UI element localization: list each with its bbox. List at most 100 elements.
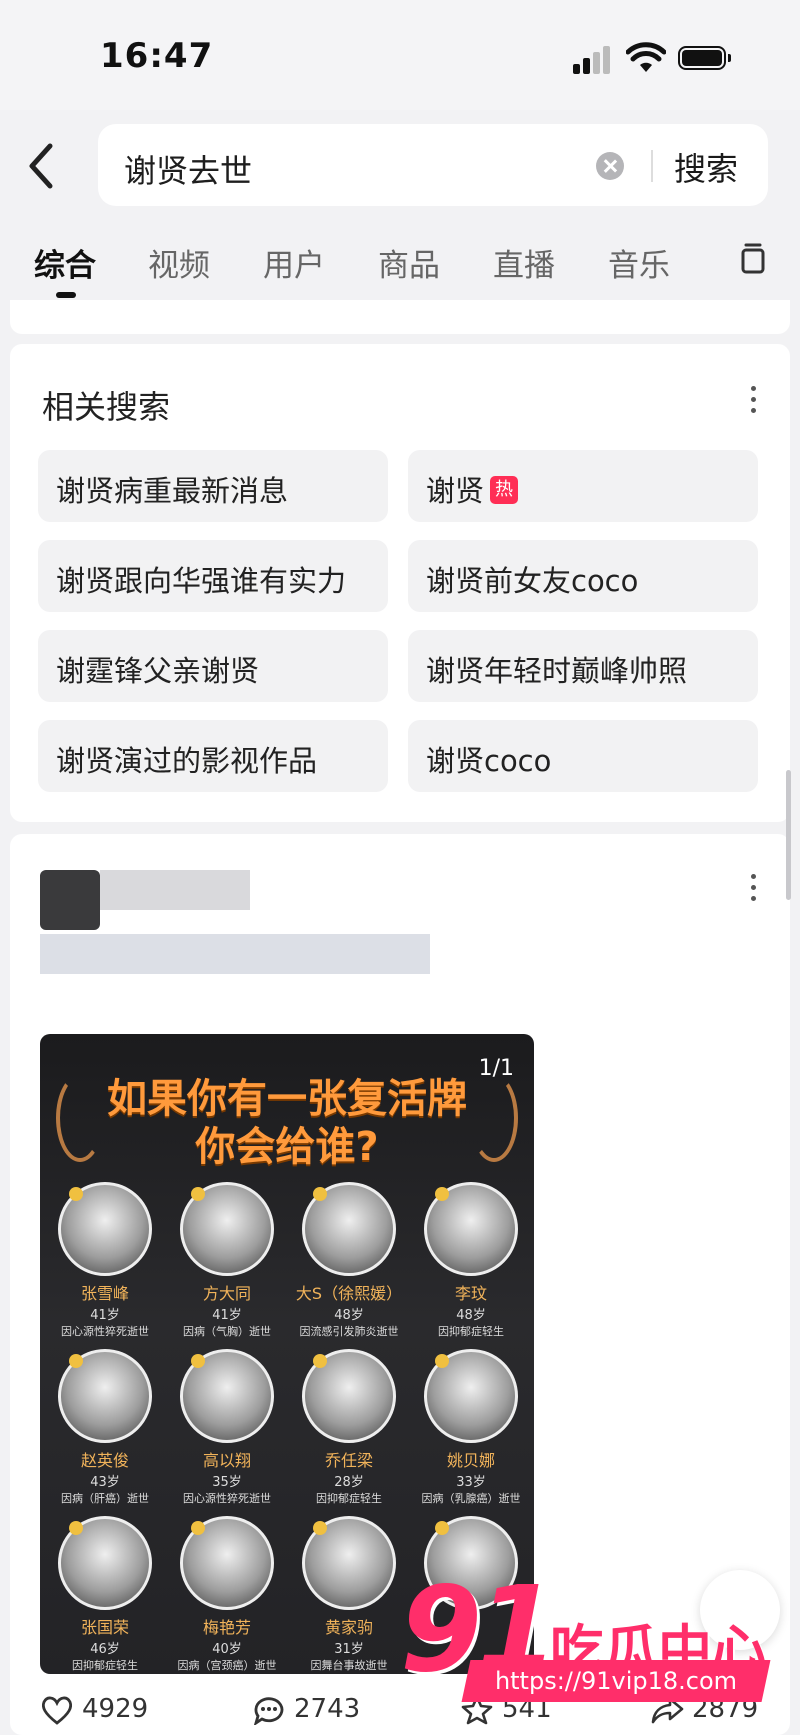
person-card: 梅艳芳 40岁 因病（宫颈癌）逝世 (172, 1516, 282, 1673)
person-age: 43岁 (90, 1475, 120, 1490)
tab-products[interactable]: 商品 (378, 240, 440, 285)
comment-count: 2743 (294, 1694, 361, 1724)
person-name: 张雪峰 (80, 1284, 129, 1303)
person-name: 赵英俊 (80, 1451, 129, 1470)
person-card: 姚贝娜 33岁 因病（乳腺癌）逝世 (416, 1349, 526, 1506)
tab-users[interactable]: 用户 (263, 240, 325, 285)
person-name: 方大同 (202, 1284, 251, 1303)
person-name: 张国荣 (80, 1618, 129, 1637)
chip-label: 谢霆锋父亲谢贤 (56, 654, 260, 688)
caption-blurred (40, 934, 430, 974)
person-photo (58, 1516, 152, 1610)
avatar[interactable] (40, 870, 100, 930)
person-age: 31岁 (334, 1642, 364, 1657)
battery-icon (678, 46, 731, 70)
related-search-chip[interactable]: 谢贤年轻时巅峰帅照 (408, 630, 758, 702)
person-name: 乔任梁 (324, 1451, 373, 1470)
hot-badge: 热 (490, 476, 519, 504)
watermark-url: https://91vip18.com (494, 1667, 738, 1695)
chip-label: 谢贤前女友coco (426, 564, 639, 598)
chip-label: 谢贤年轻时巅峰帅照 (426, 654, 688, 688)
person-cause: 因流感引发肺炎逝世 (299, 1325, 399, 1338)
search-input[interactable]: 谢贤去世 (124, 146, 252, 192)
person-card: 黄家驹 31岁 因舞台事故逝世 (294, 1516, 404, 1673)
person-age: 35岁 (212, 1475, 242, 1490)
person-name: 李玟 (454, 1284, 487, 1303)
scrollbar[interactable] (786, 770, 791, 900)
person-card: 张国荣 46岁 因抑郁症轻生 (50, 1516, 160, 1673)
watermark: 91 吃瓜中心 https://91vip18.com (400, 1560, 780, 1710)
person-name: 姚贝娜 (446, 1451, 495, 1470)
related-search-chip[interactable]: 谢贤病重最新消息 (38, 450, 388, 522)
chip-label: 谢贤演过的影视作品 (56, 744, 318, 778)
person-card: 方大同 41岁 因病（气胸）逝世 (172, 1182, 282, 1339)
like-button[interactable]: 4929 (40, 1694, 148, 1725)
person-card: 乔任梁 28岁 因抑郁症轻生 (294, 1349, 404, 1506)
heart-icon (41, 1696, 73, 1725)
person-age: 33岁 (456, 1475, 486, 1490)
related-search-chip[interactable]: 谢贤跟向华强谁有实力 (38, 540, 388, 612)
status-bar: 16:47 (0, 0, 800, 110)
more-options-icon[interactable] (750, 386, 756, 416)
chip-label: 谢贤coco (426, 744, 552, 778)
username-blurred[interactable] (100, 870, 250, 910)
person-cause: 因病（肝癌）逝世 (61, 1492, 149, 1505)
filter-menu-icon[interactable] (740, 242, 766, 276)
active-tab-indicator (56, 292, 76, 298)
wifi-icon (626, 42, 666, 72)
person-photo (180, 1182, 274, 1276)
person-age: 48岁 (334, 1308, 364, 1323)
person-card: 大S（徐熙媛） 48岁 因流感引发肺炎逝世 (294, 1182, 404, 1339)
watermark-url-banner: https://91vip18.com (461, 1660, 771, 1702)
person-age: 28岁 (334, 1475, 364, 1490)
tab-comprehensive[interactable]: 综合 (34, 240, 96, 285)
person-cause: 因心源性猝死逝世 (183, 1492, 271, 1505)
post-more-options-icon[interactable] (750, 874, 756, 904)
person-cause: 因抑郁症轻生 (438, 1325, 504, 1338)
person-name: 黄家驹 (324, 1618, 373, 1637)
person-cause: 因病（气胸）逝世 (183, 1325, 271, 1338)
person-card: 李玟 48岁 因抑郁症轻生 (416, 1182, 526, 1339)
search-button[interactable]: 搜索 (674, 144, 738, 190)
person-name: 高以翔 (202, 1451, 251, 1470)
person-card: 张雪峰 41岁 因心源性猝死逝世 (50, 1182, 160, 1339)
person-name: 大S（徐熙媛） (295, 1284, 403, 1303)
tab-live[interactable]: 直播 (493, 240, 555, 285)
related-search-chip[interactable]: 谢贤热 (408, 450, 758, 522)
person-photo (58, 1349, 152, 1443)
image-title-line2: 你会给谁? (195, 1124, 379, 1170)
person-age: 48岁 (456, 1308, 486, 1323)
like-count: 4929 (82, 1694, 149, 1724)
chip-label: 谢贤病重最新消息 (56, 474, 289, 508)
back-arrow-icon[interactable] (22, 140, 62, 192)
related-search-chip[interactable]: 谢霆锋父亲谢贤 (38, 630, 388, 702)
person-cause: 因抑郁症轻生 (316, 1492, 382, 1505)
person-cause: 因舞台事故逝世 (310, 1659, 388, 1672)
person-photo (180, 1349, 274, 1443)
divider (651, 150, 653, 182)
person-photo (58, 1182, 152, 1276)
tab-music[interactable]: 音乐 (608, 240, 670, 285)
comment-icon (253, 1696, 284, 1725)
tab-bar: 综合 视频 用户 商品 直播 音乐 (0, 228, 800, 300)
person-photo (424, 1182, 518, 1276)
related-search-chip[interactable]: 谢贤前女友coco (408, 540, 758, 612)
previous-card-edge (10, 300, 790, 334)
person-cause: 因抑郁症轻生 (72, 1659, 138, 1672)
related-searches-title: 相关搜索 (42, 388, 171, 426)
person-age: 41岁 (90, 1308, 120, 1323)
comment-button[interactable]: 2743 (252, 1694, 360, 1725)
person-photo (302, 1182, 396, 1276)
related-search-chip[interactable]: 谢贤演过的影视作品 (38, 720, 388, 792)
related-search-chip[interactable]: 谢贤coco (408, 720, 758, 792)
tab-video[interactable]: 视频 (148, 240, 210, 285)
person-age: 46岁 (90, 1642, 120, 1657)
chip-label: 谢贤热 (426, 468, 519, 510)
cellular-signal-icon (573, 44, 613, 74)
person-cause: 因心源性猝死逝世 (61, 1325, 149, 1338)
related-searches-card: 相关搜索 谢贤病重最新消息 谢贤热 谢贤跟向华强谁有实力 谢贤前女友coco 谢… (10, 344, 790, 822)
status-time: 16:47 (100, 36, 214, 76)
clear-search-icon[interactable] (596, 152, 624, 180)
search-bar[interactable]: 谢贤去世 搜索 (98, 124, 768, 206)
person-photo (302, 1349, 396, 1443)
